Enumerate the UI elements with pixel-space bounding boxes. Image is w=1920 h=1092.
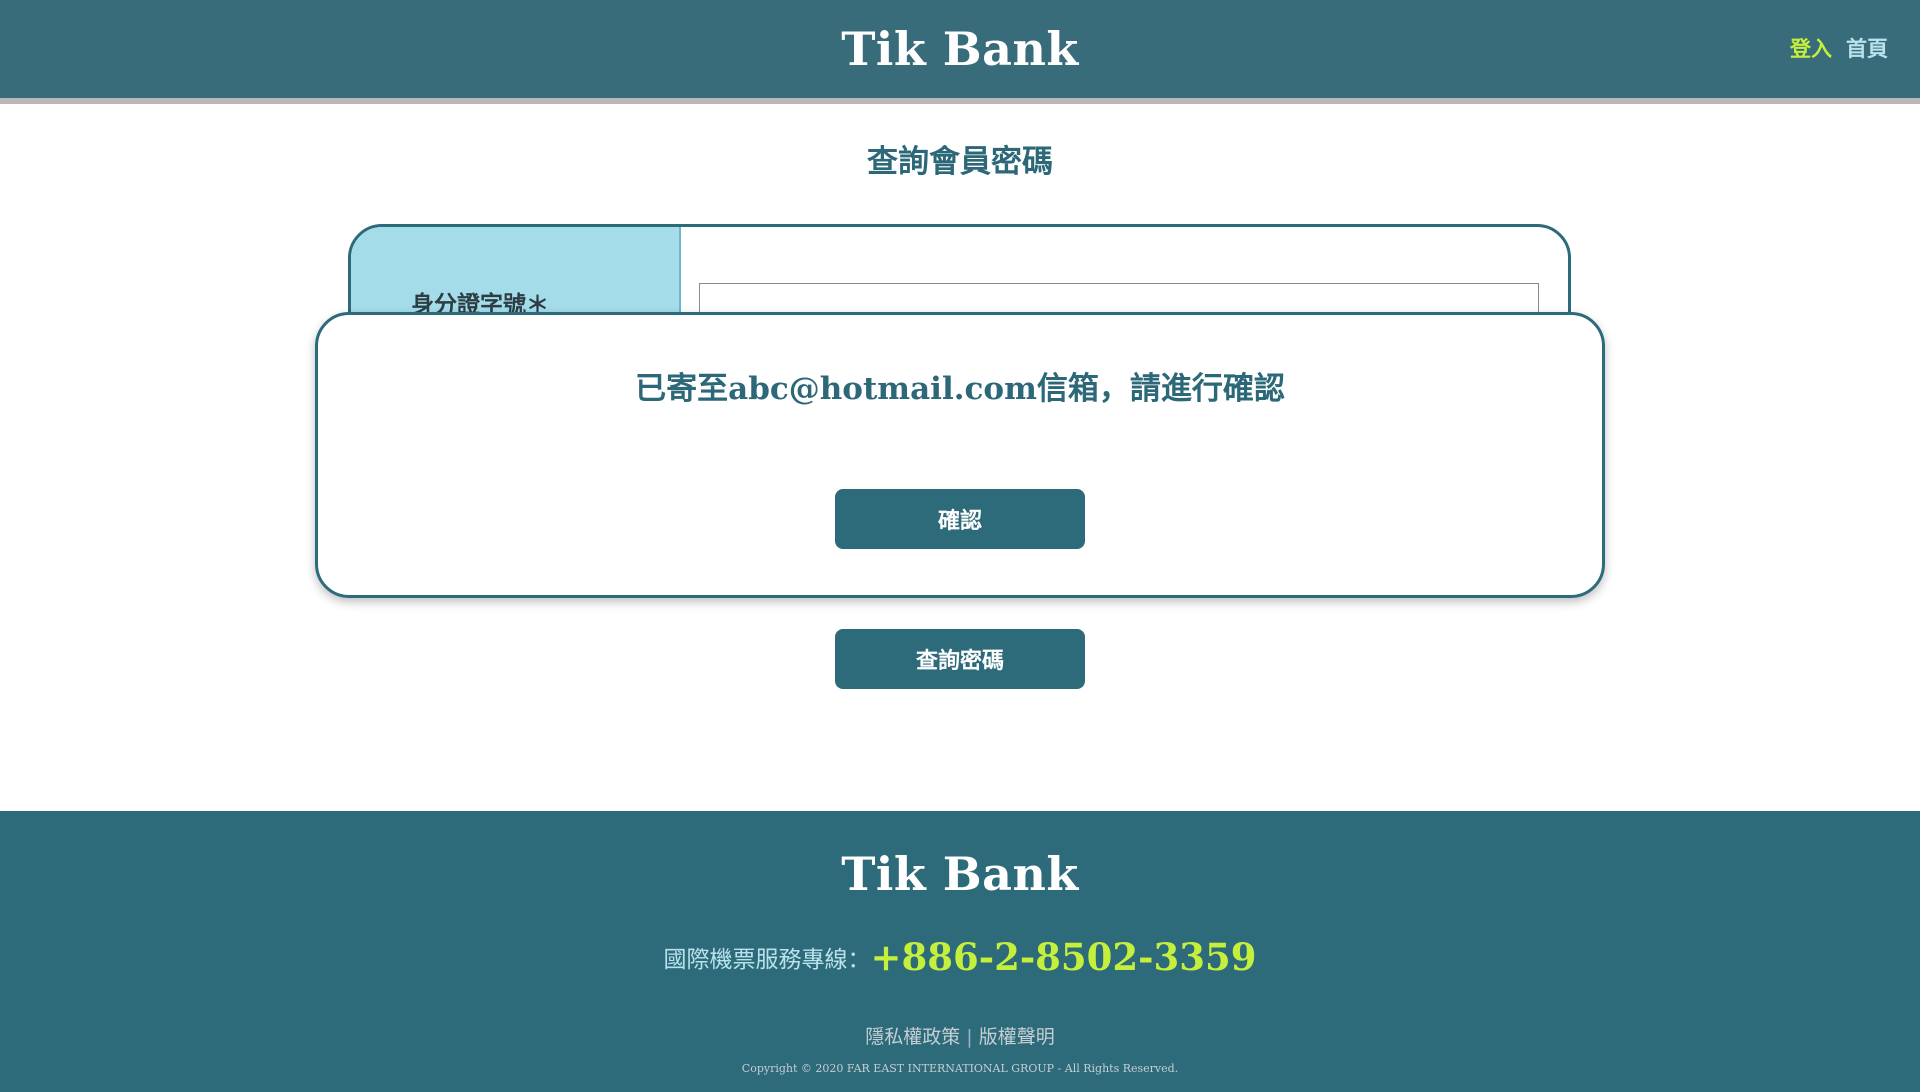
privacy-policy-link[interactable]: 隱私權政策 <box>865 1026 960 1048</box>
site-footer: Tik Bank 國際機票服務專線：+886-2-8502-3359 隱私權政策… <box>0 811 1920 1092</box>
dialog-message: 已寄至abc@hotmail.com信箱，請進行確認 <box>635 371 1285 407</box>
hotline-label: 國際機票服務專線： <box>663 947 871 973</box>
link-separator: | <box>966 1026 973 1048</box>
confirm-button[interactable]: 確認 <box>835 489 1085 549</box>
hotline: 國際機票服務專線：+886-2-8502-3359 <box>0 935 1920 979</box>
site-header: Tik Bank 登入 首頁 <box>0 0 1920 98</box>
header-divider <box>0 98 1920 104</box>
copyright-text: Copyright © 2020 FAR EAST INTERNATIONAL … <box>741 1062 1179 1075</box>
header-logo[interactable]: Tik Bank <box>0 20 1920 78</box>
nav-home-link[interactable]: 首頁 <box>1846 34 1888 64</box>
query-password-button[interactable]: 查詢密碼 <box>835 629 1085 689</box>
footer-logo: Tik Bank <box>841 847 1079 901</box>
confirmation-dialog: 已寄至abc@hotmail.com信箱，請進行確認 確認 <box>315 312 1605 598</box>
legal-links: 隱私權政策 | 版權聲明 <box>0 1023 1920 1051</box>
hotline-number[interactable]: +886-2-8502-3359 <box>870 935 1256 979</box>
nav-login-link[interactable]: 登入 <box>1790 34 1832 64</box>
top-nav: 登入 首頁 <box>1790 34 1888 64</box>
copyright-notice-link[interactable]: 版權聲明 <box>979 1026 1055 1048</box>
page-title: 查詢會員密碼 <box>867 144 1053 180</box>
